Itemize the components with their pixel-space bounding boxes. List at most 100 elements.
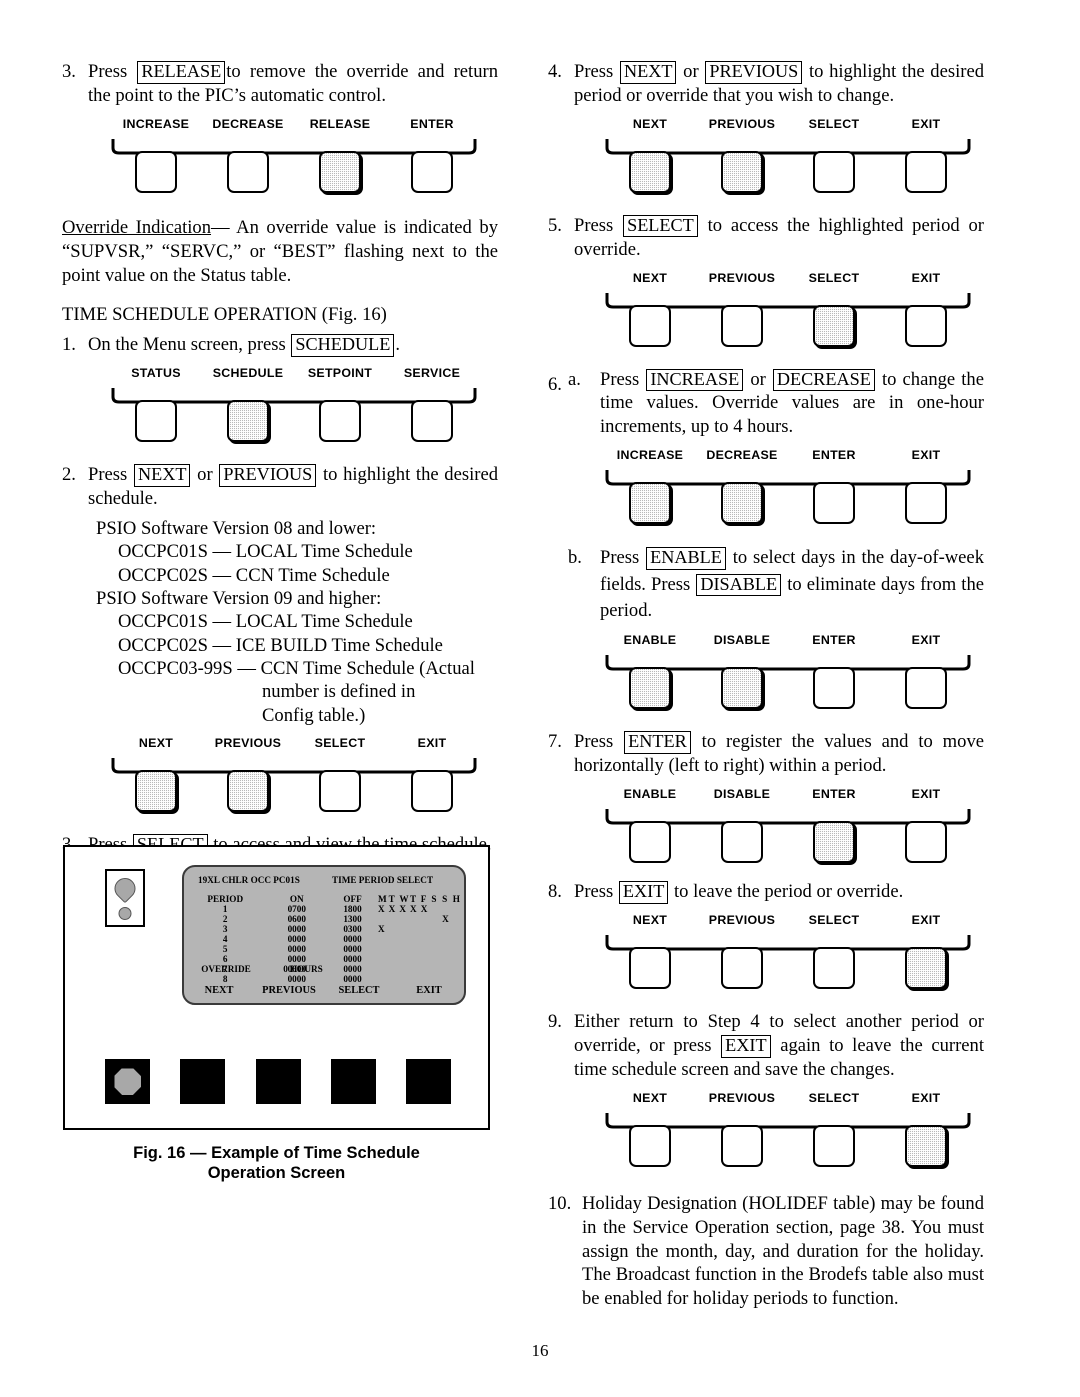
keypad-keys (604, 482, 972, 525)
step-3-release: 3. Press RELEASE to remove the override an… (62, 60, 498, 108)
softkey-button-1[interactable] (180, 1059, 226, 1104)
table-row[interactable]: 5 0000 0000 (184, 944, 464, 954)
step-text-pre: On the Menu screen, press (88, 334, 286, 356)
keypad-key[interactable] (813, 667, 855, 710)
step-4-next-previous: 4. Press NEXT or PREVIOUS to highlight th… (548, 60, 984, 108)
keypad-key[interactable] (319, 150, 361, 193)
keypad-key[interactable] (721, 304, 763, 347)
keypad-key[interactable] (905, 1124, 947, 1167)
keypad-key[interactable] (813, 482, 855, 525)
key-select[interactable]: SELECT (623, 214, 698, 238)
table-row[interactable]: 4 0000 0000 (184, 934, 464, 944)
key-enter[interactable]: ENTER (624, 731, 691, 755)
cell-off: 0000 (343, 974, 362, 984)
key-exit[interactable]: EXIT (721, 1034, 771, 1058)
keypad-key[interactable] (721, 947, 763, 990)
keypad-key[interactable] (721, 150, 763, 193)
table-row[interactable]: 8 0000 0000 (184, 974, 464, 984)
keypad-key[interactable] (227, 150, 269, 193)
keypad-key[interactable] (411, 150, 453, 193)
keypad-key[interactable] (905, 304, 947, 347)
keypad-key[interactable] (135, 150, 177, 193)
table-row[interactable]: 3 0000 0300 X (184, 924, 464, 934)
keypad-key[interactable] (905, 821, 947, 864)
key-enable[interactable]: ENABLE (646, 547, 726, 570)
keypad-key[interactable] (721, 821, 763, 864)
cell-on: 0000 (287, 954, 306, 964)
keypad-key[interactable] (227, 400, 269, 443)
key-schedule[interactable]: SCHEDULE (291, 334, 395, 357)
document-page: 3. Press RELEASE to remove the override an… (0, 0, 1080, 1397)
keypad-key[interactable] (135, 400, 177, 443)
keypad-keys (604, 821, 972, 864)
key-next[interactable]: NEXT (619, 61, 677, 84)
keypad-key[interactable] (905, 667, 947, 710)
override-indication-term: Override Indication (62, 216, 212, 238)
key-exit[interactable]: EXIT (618, 881, 669, 904)
cell-days (378, 944, 464, 954)
lcd-title-left: 19XL CHLR OCC PC01S (198, 875, 300, 885)
keypad-key[interactable] (905, 150, 947, 193)
cell-on: 0600 (287, 914, 306, 924)
keypad-key[interactable] (721, 482, 763, 525)
day-header: W (399, 894, 409, 904)
step-text-pre: Press (574, 214, 614, 236)
table-row[interactable]: 1 0700 1800 X X X X X (184, 904, 464, 914)
step-text-mid: or (750, 368, 766, 390)
table-row[interactable]: 2 0600 1300 X (184, 914, 464, 924)
keypad-key[interactable] (411, 400, 453, 443)
key-release[interactable]: RELEASE (137, 61, 226, 84)
keypad-key[interactable] (721, 667, 763, 710)
keypad-step9: NEXT PREVIOUS SELECT EXIT (604, 1091, 972, 1169)
keypad-key[interactable] (905, 947, 947, 990)
keypad-key[interactable] (629, 821, 671, 864)
keypad-key[interactable] (629, 947, 671, 990)
key-disable[interactable]: DISABLE (696, 573, 782, 597)
keypad-key[interactable] (813, 821, 855, 864)
keypad-key[interactable] (135, 769, 177, 812)
keypad-key[interactable] (411, 769, 453, 812)
keypad-key[interactable] (629, 667, 671, 710)
keypad-label: SCHEDULE (212, 366, 284, 381)
softkey-button-2[interactable] (255, 1059, 301, 1104)
key-previous[interactable]: PREVIOUS (219, 464, 317, 487)
keypad-keys (604, 304, 972, 347)
step-number: 4. (548, 61, 562, 82)
softkey-exit[interactable]: EXIT (394, 985, 464, 996)
table-row[interactable]: 6 0000 0000 (184, 954, 464, 964)
keypad-key[interactable] (319, 769, 361, 812)
keypad-key[interactable] (629, 304, 671, 347)
keypad-key[interactable] (813, 1124, 855, 1167)
keypad-key[interactable] (227, 769, 269, 812)
day-mark: X (442, 914, 449, 924)
cell-off: 1800 (343, 904, 362, 914)
softkey-previous[interactable]: PREVIOUS (254, 985, 324, 996)
keypad-key[interactable] (629, 150, 671, 193)
key-increase[interactable]: INCREASE (646, 368, 744, 392)
key-decrease[interactable]: DECREASE (772, 368, 875, 392)
keypad-key[interactable] (721, 1124, 763, 1167)
alarm-reset-button[interactable] (105, 1059, 150, 1104)
keypad-key[interactable] (629, 482, 671, 525)
keypad-label: SETPOINT (307, 366, 373, 381)
keypad-key[interactable] (629, 1124, 671, 1167)
header-days: MTWTFSSH (378, 894, 464, 904)
step-10-holiday-designation: 10. Holiday Designation (HOLIDEF table) m… (548, 1192, 984, 1311)
psio-group-2-item: OCCPC02S — ICE BUILD Time Schedule (118, 634, 443, 656)
key-previous[interactable]: PREVIOUS (705, 61, 803, 84)
keypad-key[interactable] (813, 304, 855, 347)
keypad-key[interactable] (813, 947, 855, 990)
softkey-select[interactable]: SELECT (324, 985, 394, 996)
softkey-button-3[interactable] (330, 1059, 376, 1104)
key-next[interactable]: NEXT (133, 464, 191, 487)
keypad-key[interactable] (905, 482, 947, 525)
keypad-label: EXIT (417, 735, 447, 750)
step-1-schedule: 1. On the Menu screen, press SCHEDULE. (62, 333, 498, 357)
step-number: 7. (548, 731, 562, 753)
keypad-key[interactable] (813, 150, 855, 193)
day-mark (453, 914, 464, 924)
softkey-next[interactable]: NEXT (184, 985, 254, 996)
keypad-key[interactable] (319, 400, 361, 443)
softkey-button-4[interactable] (406, 1059, 451, 1104)
step-6b-enable-disable: b. Press ENABLE to select days in the day… (548, 545, 984, 624)
